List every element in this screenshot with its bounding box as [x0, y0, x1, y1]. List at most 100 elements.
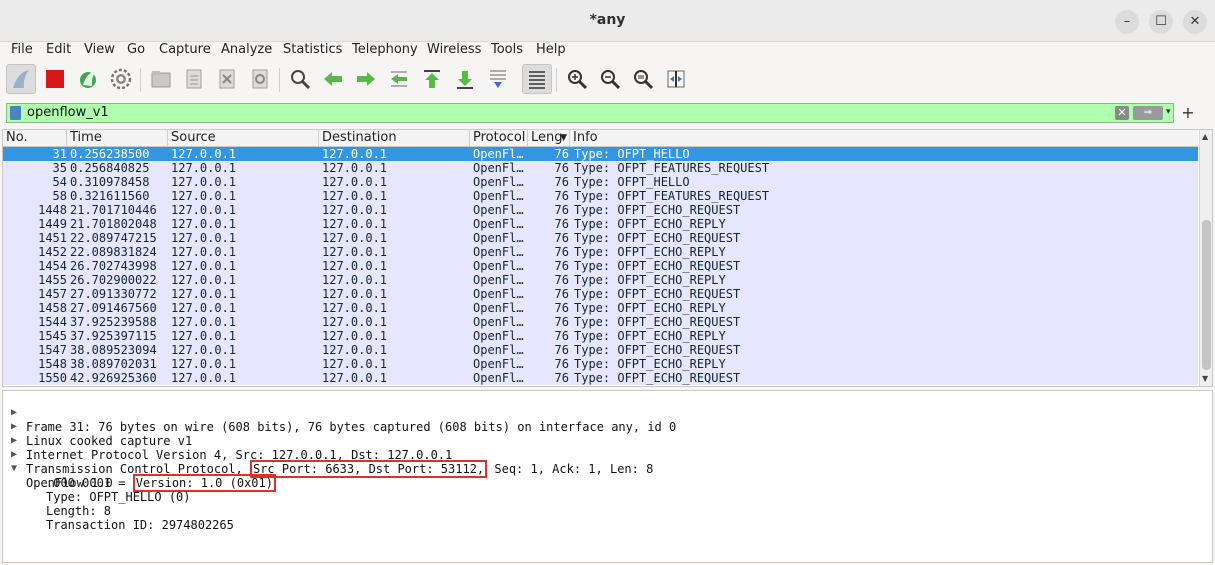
packet-info: Type: OFPT_ECHO_REPLY	[574, 357, 726, 371]
capture-options-gear-icon[interactable]	[106, 64, 136, 94]
packet-protocol: OpenFl…	[473, 343, 524, 357]
table-row[interactable]: 1454 26.702743998 127.0.0.1 127.0.0.1 OpenFl…	[3, 259, 1198, 273]
go-to-packet-icon[interactable]	[384, 64, 414, 94]
display-filter-input[interactable]	[27, 104, 1107, 122]
table-row[interactable]: 1550 42.926925360 127.0.0.1 127.0.0.1 OpenFl…	[3, 371, 1198, 385]
table-row[interactable]: 1544 37.925239588 127.0.0.1 127.0.0.1 OpenFl…	[3, 315, 1198, 329]
tree-item-version[interactable]: .000 0001 = Version: 1.0 (0x01)	[3, 462, 1203, 492]
column-protocol[interactable]: Protocol	[470, 130, 528, 146]
open-folder-icon[interactable]	[146, 64, 176, 94]
column-source[interactable]: Source	[168, 130, 319, 146]
menu-edit[interactable]: Edit	[46, 42, 71, 62]
table-row[interactable]: 1449 21.701802048 127.0.0.1 127.0.0.1 OpenFl…	[3, 217, 1198, 231]
tree-item-type[interactable]: Type: OFPT_HELLO (0)	[3, 476, 1203, 504]
packet-source: 127.0.0.1	[171, 175, 237, 189]
table-row[interactable]: 1455 26.702900022 127.0.0.1 127.0.0.1 OpenFl…	[3, 273, 1198, 287]
packet-length: 76	[554, 161, 569, 175]
packet-number: 1457	[38, 287, 67, 301]
scrollbar-thumb[interactable]	[1202, 220, 1211, 370]
table-row[interactable]: 1547 38.089523094 127.0.0.1 127.0.0.1 OpenFl…	[3, 343, 1198, 357]
packet-destination: 127.0.0.1	[322, 287, 388, 301]
menu-analyze[interactable]: Analyze	[221, 42, 272, 62]
first-packet-icon[interactable]	[417, 64, 447, 94]
table-row[interactable]: 1545 37.925397115 127.0.0.1 127.0.0.1 OpenFl…	[3, 329, 1198, 343]
packet-length: 76	[554, 203, 569, 217]
shark-fin-start-icon[interactable]	[6, 64, 36, 94]
scroll-down-icon[interactable]: ▼	[1202, 374, 1208, 383]
menu-statistics[interactable]: Statistics	[283, 42, 342, 62]
table-row[interactable]: 58 0.321611560 127.0.0.1 127.0.0.1 OpenFl… 76…	[3, 189, 1198, 203]
menu-help[interactable]: Help	[536, 42, 566, 62]
go-back-icon[interactable]	[318, 64, 348, 94]
menu-go[interactable]: Go	[127, 42, 145, 62]
packet-number: 1452	[38, 245, 67, 259]
zoom-out-icon[interactable]	[595, 64, 625, 94]
menu-view[interactable]: View	[84, 42, 115, 62]
zoom-normal-icon[interactable]	[628, 64, 658, 94]
column-length[interactable]: Leng ▼	[528, 130, 570, 146]
zoom-in-icon[interactable]	[562, 64, 592, 94]
table-row[interactable]: 1458 27.091467560 127.0.0.1 127.0.0.1 OpenFl…	[3, 301, 1198, 315]
colorize-icon[interactable]	[522, 64, 552, 94]
add-filter-button[interactable]: +	[1181, 103, 1195, 123]
table-row[interactable]: 1451 22.089747215 127.0.0.1 127.0.0.1 OpenFl…	[3, 231, 1198, 245]
packet-list-scrollbar[interactable]: ▲ ▼	[1199, 130, 1212, 386]
packet-list: No. Time Source Destination Protocol Len…	[2, 129, 1213, 387]
scroll-up-icon[interactable]: ▲	[1202, 132, 1208, 141]
packet-info: Type: OFPT_ECHO_REQUEST	[574, 231, 741, 245]
close-file-icon[interactable]	[212, 64, 242, 94]
table-row[interactable]: 54 0.310978458 127.0.0.1 127.0.0.1 OpenFl… 76…	[3, 175, 1198, 189]
stop-square-icon[interactable]	[40, 64, 70, 94]
packet-info: Type: OFPT_HELLO	[574, 175, 690, 189]
bookmark-icon[interactable]	[10, 106, 21, 120]
tree-item-tcp[interactable]: ▶ Transmission Control Protocol, Src Por…	[3, 434, 1203, 478]
resize-columns-icon[interactable]	[661, 64, 691, 94]
menu-file[interactable]: File	[11, 42, 33, 62]
table-row[interactable]: 1448 21.701710446 127.0.0.1 127.0.0.1 OpenFl…	[3, 203, 1198, 217]
tree-item-length[interactable]: Length: 8	[3, 490, 1203, 518]
clear-filter-button[interactable]: ✕	[1115, 106, 1129, 120]
close-window-button[interactable]: ✕	[1183, 10, 1207, 34]
menu-capture[interactable]: Capture	[159, 42, 211, 62]
packet-destination: 127.0.0.1	[322, 329, 388, 343]
find-magnifier-icon[interactable]	[285, 64, 315, 94]
autoscroll-icon[interactable]	[483, 64, 513, 94]
apply-filter-button[interactable]: ⇒	[1133, 106, 1163, 120]
table-row[interactable]: 1452 22.089831824 127.0.0.1 127.0.0.1 OpenFl…	[3, 245, 1198, 259]
last-packet-icon[interactable]	[450, 64, 480, 94]
table-row[interactable]: 35 0.256840825 127.0.0.1 127.0.0.1 OpenFl… 76…	[3, 161, 1198, 175]
column-no[interactable]: No.	[3, 130, 67, 146]
tree-item-openflow[interactable]: ▼ OpenFlow 1.0	[3, 448, 1203, 490]
tree-item-transaction-id[interactable]: Transaction ID: 2974802265	[3, 504, 1203, 532]
column-info[interactable]: Info	[570, 130, 1198, 146]
packet-destination: 127.0.0.1	[322, 161, 388, 175]
minimize-button[interactable]: –	[1115, 10, 1139, 34]
packet-destination: 127.0.0.1	[322, 175, 388, 189]
packet-protocol: OpenFl…	[473, 301, 524, 315]
packet-destination: 127.0.0.1	[322, 273, 388, 287]
packet-length: 76	[554, 217, 569, 231]
go-forward-icon[interactable]	[351, 64, 381, 94]
table-row[interactable]: 1548 38.089702031 127.0.0.1 127.0.0.1 OpenFl…	[3, 357, 1198, 371]
packet-info: Type: OFPT_ECHO_REQUEST	[574, 287, 741, 301]
menu-tools[interactable]: Tools	[491, 42, 523, 62]
packet-protocol: OpenFl…	[473, 259, 524, 273]
table-row-selected[interactable]: 31 0.256238500 127.0.0.1 127.0.0.1 OpenFl… 76…	[3, 147, 1198, 161]
packet-length: 76	[554, 287, 569, 301]
tree-item-linux-cooked[interactable]: ▶ Linux cooked capture v1	[3, 406, 1203, 448]
packet-length: 76	[554, 343, 569, 357]
tree-item-ipv4[interactable]: ▶ Internet Protocol Version 4, Src: 127.…	[3, 420, 1203, 462]
filter-history-chevron-down-icon[interactable]: ▾	[1166, 107, 1171, 117]
save-file-icon[interactable]	[179, 64, 209, 94]
sort-chevron-down-icon: ▼	[560, 133, 567, 143]
menu-wireless[interactable]: Wireless	[427, 42, 481, 62]
maximize-button[interactable]: ☐	[1149, 10, 1173, 34]
packet-length: 76	[554, 273, 569, 287]
table-row[interactable]: 1457 27.091330772 127.0.0.1 127.0.0.1 OpenFl…	[3, 287, 1198, 301]
column-destination[interactable]: Destination	[319, 130, 470, 146]
column-time[interactable]: Time	[67, 130, 168, 146]
restart-icon[interactable]	[73, 64, 103, 94]
tree-item-frame[interactable]: ▶ Frame 31: 76 bytes on wire (608 bits),…	[3, 392, 1203, 434]
menu-telephony[interactable]: Telephony	[352, 42, 418, 62]
reload-icon[interactable]	[245, 64, 275, 94]
